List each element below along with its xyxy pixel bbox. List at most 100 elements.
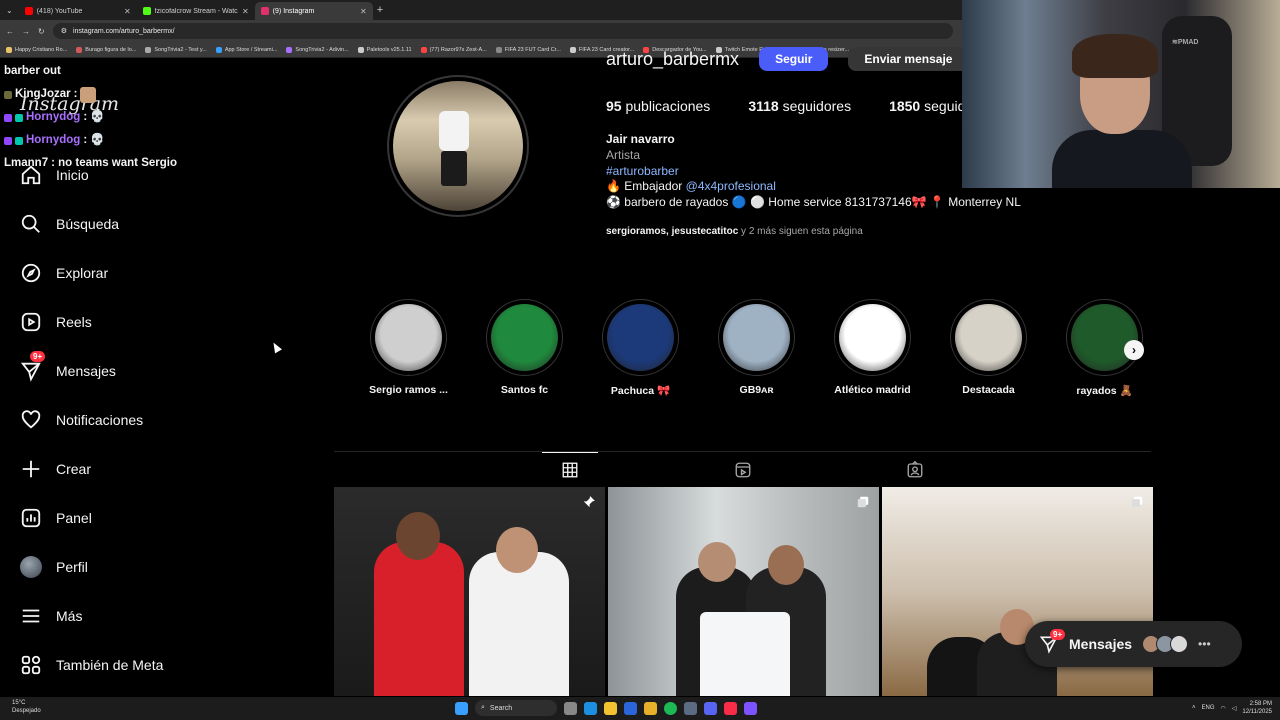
- tab-list-icon[interactable]: ⌄: [6, 6, 13, 15]
- store-icon[interactable]: [624, 701, 637, 715]
- tab-instagram[interactable]: (9) Instagram ✕: [254, 2, 373, 20]
- messenger-icon: [20, 362, 41, 382]
- kick-icon: [142, 7, 151, 15]
- music-icon[interactable]: [724, 701, 737, 715]
- tab-reels[interactable]: [715, 452, 771, 487]
- sidebar-item-explorar[interactable]: Explorar: [0, 248, 240, 297]
- site-info-icon[interactable]: ⚙: [61, 27, 67, 35]
- avatar: [1170, 635, 1189, 653]
- bookmark-item[interactable]: FIFA 23 FUT Card Cr...: [495, 46, 561, 53]
- discord-icon[interactable]: [704, 701, 717, 715]
- heart-icon: [21, 409, 41, 429]
- profile-stats: 95 publicaciones 3118 seguidores 1850 se…: [606, 98, 980, 114]
- chrome-icon[interactable]: [644, 701, 657, 715]
- tab-tagged[interactable]: [887, 452, 943, 487]
- posts-grid: [334, 487, 1153, 696]
- search-icon: [21, 214, 40, 233]
- bookmark-item[interactable]: Paletools v25.1.11: [357, 46, 412, 53]
- new-tab-button[interactable]: +: [377, 4, 383, 16]
- search-icon: ⌕: [481, 704, 485, 711]
- sidebar-item-mensajes[interactable]: 9+ Mensajes: [0, 346, 240, 395]
- post-thumbnail[interactable]: [608, 487, 879, 696]
- story-highlight[interactable]: Pachuca 🎀: [602, 299, 679, 397]
- sidebar-item-reels[interactable]: Reels: [0, 297, 240, 346]
- tab-kick[interactable]: fzicofalcrow Stream - Watch Li... ✕: [137, 2, 255, 20]
- stream-chat-overlay: barber out KingJozar : Hornydog : 💀 Horn…: [4, 60, 177, 175]
- app-icon[interactable]: [744, 701, 757, 715]
- bookmark-item[interactable]: SongTrivia2 - Test y...: [145, 46, 207, 53]
- chat-username: Hornydog: [26, 134, 81, 146]
- story-highlight[interactable]: Destacada: [950, 299, 1027, 397]
- clock[interactable]: 2:58 PM 12/11/2025: [1242, 700, 1272, 716]
- followed-by[interactable]: sergioramos, jesustecatitoc y 2 más sigu…: [606, 226, 863, 237]
- follow-button[interactable]: Seguir: [759, 47, 829, 71]
- chevron-up-icon[interactable]: ˄: [1192, 705, 1196, 711]
- story-highlight[interactable]: Sergio ramos ...: [369, 299, 448, 397]
- profile-username: arturo_barbermx: [606, 48, 740, 69]
- sidebar-item-panel[interactable]: Panel: [0, 493, 240, 542]
- weather-widget[interactable]: 15°C Despejado: [12, 699, 41, 715]
- bookmark-item[interactable]: (77) Razor97s Zest-A...: [420, 46, 487, 53]
- sidebar-item-crear[interactable]: Crear: [0, 444, 240, 493]
- forward-icon[interactable]: →: [22, 27, 30, 36]
- chevron-right-icon: ›: [1132, 343, 1136, 357]
- highlight-cover: [1066, 299, 1143, 376]
- story-highlight[interactable]: Atlético madrid: [834, 299, 911, 397]
- sidebar-item-mas[interactable]: Más: [0, 591, 240, 640]
- profile-picture[interactable]: [387, 75, 529, 217]
- reload-icon[interactable]: ↻: [38, 27, 45, 36]
- windows-start-icon[interactable]: [455, 701, 468, 715]
- highlight-cover: [602, 299, 679, 376]
- tab-posts[interactable]: [542, 452, 598, 487]
- post-thumbnail[interactable]: [334, 487, 605, 696]
- close-icon[interactable]: ✕: [360, 7, 367, 16]
- bio-hashtag-link[interactable]: #arturobarber: [606, 164, 1021, 180]
- chat-badge-icon: [15, 136, 23, 145]
- bookmark-item[interactable]: SongTrivia2 - Adivin...: [286, 46, 349, 53]
- chat-badge-icon: [4, 90, 12, 99]
- sidebar-item-perfil[interactable]: Perfil: [0, 542, 240, 591]
- close-icon[interactable]: ✕: [242, 7, 249, 16]
- chat-username: Lmann7: [4, 157, 49, 169]
- close-icon[interactable]: ✕: [124, 7, 131, 16]
- story-highlight[interactable]: Santos fc: [486, 299, 563, 397]
- chat-badge-icon: [4, 136, 12, 145]
- sidebar-item-meta[interactable]: También de Meta: [0, 640, 240, 689]
- chair-logo: ≋PMAD: [1172, 39, 1199, 46]
- chart-icon: [21, 508, 41, 527]
- wifi-icon[interactable]: ◠: [1221, 705, 1226, 712]
- volume-icon[interactable]: ◁: [1232, 705, 1237, 712]
- bookmark-favicon-icon: [215, 46, 222, 53]
- taskbar-search[interactable]: ⌕ Search: [475, 700, 557, 716]
- chat-badge-icon: [4, 113, 12, 122]
- file-explorer-icon[interactable]: [604, 701, 617, 715]
- bookmark-favicon-icon: [495, 46, 502, 53]
- bookmark-item[interactable]: Burago figura de lo...: [76, 46, 136, 53]
- message-button[interactable]: Enviar mensaje: [848, 47, 969, 71]
- chat-badge-icon: [15, 113, 23, 122]
- chat-message: Hornydog : 💀: [4, 106, 177, 129]
- language-indicator[interactable]: ENG: [1202, 705, 1215, 711]
- highlight-cover: [718, 299, 795, 376]
- steam-icon[interactable]: [684, 701, 697, 715]
- task-view-icon[interactable]: [564, 701, 577, 715]
- notification-badge: 9+: [1050, 629, 1066, 640]
- messages-label: Mensajes: [1069, 636, 1133, 652]
- address-bar[interactable]: ⚙ instagram.com/arturo_barbermx/: [52, 23, 953, 39]
- bookmark-favicon-icon: [6, 46, 12, 53]
- story-highlight[interactable]: GB9ᴀʀ: [718, 299, 795, 397]
- bio-mention-link[interactable]: @4x4profesional: [686, 179, 776, 193]
- edge-icon[interactable]: [584, 701, 597, 715]
- bookmark-item[interactable]: Happy Cristiano Ro...: [6, 46, 67, 53]
- tab-youtube[interactable]: (418) YouTube ✕: [19, 2, 137, 20]
- messages-floating-button[interactable]: Mensajes •••: [1025, 621, 1242, 667]
- highlight-label: Destacada: [962, 384, 1015, 396]
- back-icon[interactable]: ←: [6, 27, 14, 36]
- highlights-next-button[interactable]: ›: [1124, 340, 1144, 360]
- followers-count[interactable]: 3118 seguidores: [748, 98, 851, 114]
- taskbar-apps: ⌕ Search: [455, 700, 757, 716]
- sidebar-item-busqueda[interactable]: Búsqueda: [0, 199, 240, 248]
- spotify-icon[interactable]: [664, 701, 677, 715]
- bookmark-item[interactable]: App Store / Streami...: [215, 46, 277, 53]
- sidebar-item-notificaciones[interactable]: Notificaciones: [0, 395, 240, 444]
